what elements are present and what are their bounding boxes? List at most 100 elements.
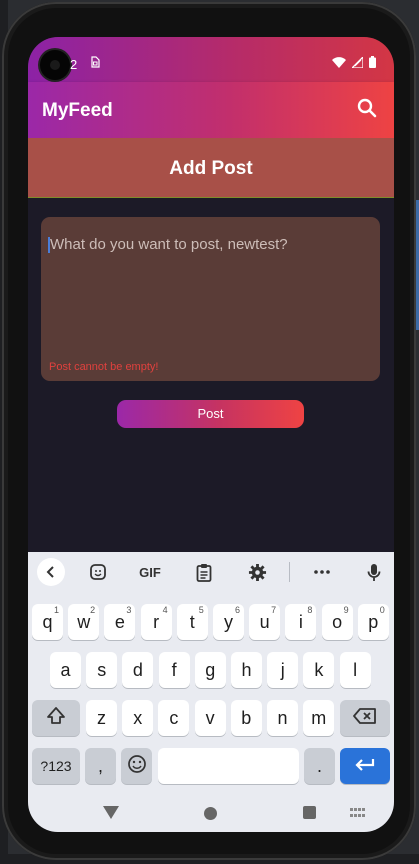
clipboard-icon[interactable]	[192, 560, 216, 584]
key-label: u	[259, 611, 270, 632]
keyboard-icon[interactable]	[350, 808, 366, 818]
key-label: z	[97, 707, 106, 728]
key-q[interactable]: q1	[32, 604, 63, 640]
key-o[interactable]: o9	[321, 604, 353, 640]
status-time: 2	[70, 57, 78, 72]
key-hint: 9	[343, 605, 349, 615]
key-a[interactable]: a	[50, 652, 81, 688]
key-c[interactable]: c	[158, 700, 190, 736]
post-input[interactable]: What do you want to post, newtest? Post …	[41, 217, 380, 381]
key-label: v	[205, 707, 215, 728]
key-z[interactable]: z	[86, 700, 117, 736]
key-hint: 4	[162, 605, 168, 615]
camera-cutout	[40, 50, 70, 80]
key-f[interactable]: f	[158, 652, 190, 688]
key-m[interactable]: m	[303, 700, 335, 736]
key-hint: 3	[126, 605, 132, 615]
soft-keyboard: GIF ?123 , . q 1 w 2 e 3 r 4 t 5 y 6 u 7…	[28, 552, 394, 832]
back-triangle-icon[interactable]	[103, 806, 119, 819]
key-label: c	[169, 707, 179, 728]
key-hint: 5	[198, 605, 204, 615]
post-error-message: Post cannot be empty!	[49, 361, 159, 373]
comma-key[interactable]: ,	[85, 748, 116, 784]
key-hint: 7	[271, 605, 277, 615]
key-label: j	[280, 659, 285, 680]
wifi-icon	[332, 55, 346, 73]
search-icon[interactable]	[356, 97, 382, 123]
enter-icon	[354, 756, 376, 777]
key-h[interactable]: h	[231, 652, 262, 688]
key-label: o	[332, 611, 343, 632]
symbols-key[interactable]: ?123	[32, 748, 80, 784]
key-label: w	[77, 611, 91, 632]
home-circle-icon[interactable]	[204, 807, 217, 820]
key-label: r	[153, 611, 160, 632]
key-label: n	[277, 707, 288, 728]
space-key[interactable]	[158, 748, 299, 784]
key-w[interactable]: w2	[68, 604, 100, 640]
sticker-icon[interactable]	[86, 560, 110, 584]
key-hint: 0	[379, 605, 385, 615]
key-label: b	[241, 707, 252, 728]
gif-button[interactable]: GIF	[138, 560, 162, 584]
status-bar: 2	[28, 37, 394, 82]
key-label: i	[298, 611, 303, 632]
app-title: MyFeed	[42, 100, 113, 121]
shift-icon	[46, 706, 66, 730]
key-label: e	[114, 611, 125, 632]
more-icon[interactable]	[310, 560, 334, 584]
key-e[interactable]: e3	[104, 604, 136, 640]
key-u[interactable]: u7	[249, 604, 281, 640]
backspace-icon	[353, 707, 377, 729]
key-t[interactable]: t5	[176, 604, 208, 640]
key-i[interactable]: i8	[285, 604, 317, 640]
key-l[interactable]: l	[339, 652, 371, 688]
key-b[interactable]: b	[230, 700, 262, 736]
battery-icon	[369, 55, 376, 73]
key-x[interactable]: x	[122, 700, 154, 736]
key-y[interactable]: y6	[213, 604, 244, 640]
key-hint: 2	[90, 605, 96, 615]
key-d[interactable]: d	[122, 652, 154, 688]
key-label: d	[132, 659, 143, 680]
key-r[interactable]: r4	[140, 604, 172, 640]
key-label: k	[314, 659, 324, 680]
status-icons	[332, 55, 376, 73]
key-hint: 8	[307, 605, 313, 615]
sim-card-icon	[90, 56, 100, 71]
key-p[interactable]: p0	[357, 604, 389, 640]
key-label: h	[241, 659, 252, 680]
key-hint: 6	[234, 605, 240, 615]
page-title: Add Post	[169, 158, 253, 179]
key-label: s	[97, 659, 107, 680]
phone-screen: 2 MyFeed Add Post What do you want to po…	[28, 37, 394, 832]
shift-key[interactable]	[32, 700, 80, 736]
recents-square-icon[interactable]	[303, 806, 316, 819]
key-label: f	[171, 659, 177, 680]
backspace-key[interactable]	[340, 700, 390, 736]
key-s[interactable]: s	[86, 652, 118, 688]
chevron-left-icon[interactable]	[37, 558, 65, 586]
app-bar: MyFeed	[28, 82, 394, 138]
key-k[interactable]: k	[303, 652, 335, 688]
emoji-key[interactable]	[121, 748, 152, 784]
key-j[interactable]: j	[267, 652, 299, 688]
gear-icon[interactable]	[245, 560, 269, 584]
key-n[interactable]: n	[267, 700, 298, 736]
enter-key[interactable]	[340, 748, 390, 784]
system-nav-bar	[28, 795, 394, 832]
key-g[interactable]: g	[194, 652, 226, 688]
key-v[interactable]: v	[194, 700, 226, 736]
mic-icon[interactable]	[362, 560, 386, 584]
key-hint: 1	[53, 605, 59, 615]
emoji-icon	[127, 754, 147, 779]
key-label: m	[311, 707, 327, 728]
post-button[interactable]: Post	[117, 400, 304, 428]
toolbar-divider	[289, 562, 290, 582]
period-key[interactable]: .	[304, 748, 335, 784]
signal-icon	[350, 55, 364, 73]
phone-frame: 2 MyFeed Add Post What do you want to po…	[2, 2, 416, 860]
key-label: x	[133, 707, 143, 728]
key-label: l	[353, 659, 358, 680]
post-placeholder: What do you want to post, newtest?	[50, 236, 288, 253]
